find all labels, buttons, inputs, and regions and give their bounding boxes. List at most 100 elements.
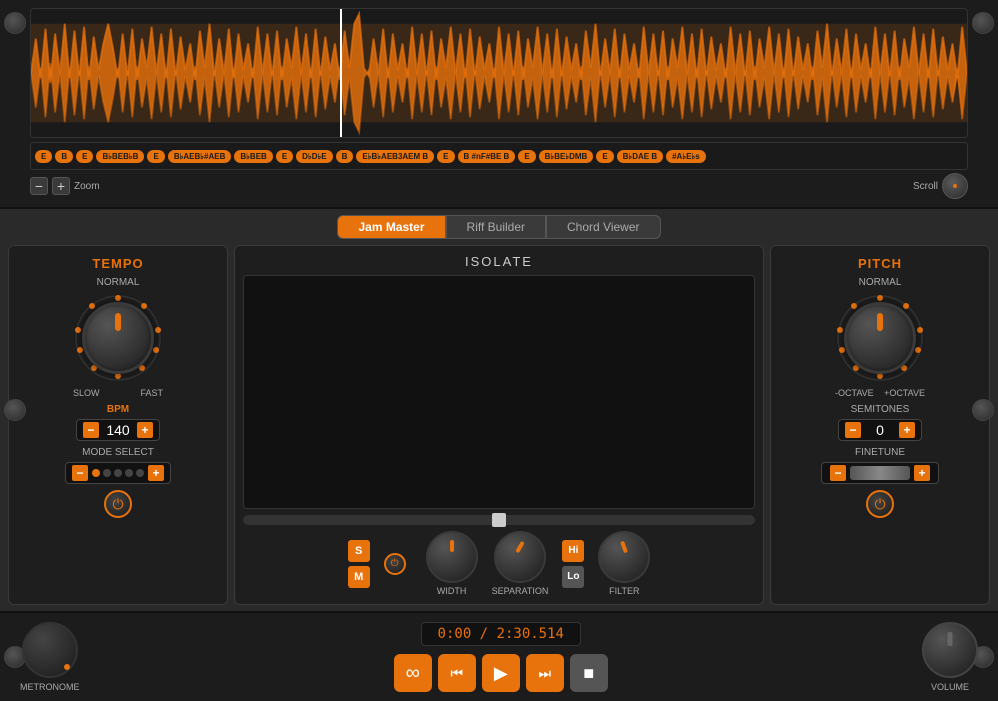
corner-tl bbox=[4, 12, 26, 34]
tab-jam-master[interactable]: Jam Master bbox=[337, 215, 445, 239]
separation-knob-group: SEPARATION bbox=[492, 531, 549, 596]
volume-label: VOLUME bbox=[931, 682, 969, 692]
tabs-bar: Jam Master Riff Builder Chord Viewer bbox=[8, 215, 990, 239]
octave-labels: -OCTAVE +OCTAVE bbox=[835, 388, 925, 398]
fast-label: FAST bbox=[140, 388, 163, 398]
tempo-knob-container bbox=[74, 294, 162, 382]
pitch-panel: PITCH NORMAL bbox=[770, 245, 990, 605]
rewind-button[interactable]: ⏮ bbox=[438, 654, 476, 692]
bpm-value: 140 bbox=[103, 422, 133, 438]
pitch-power-button[interactable]: ⏻ bbox=[866, 490, 894, 518]
semitones-plus-button[interactable]: + bbox=[899, 422, 915, 438]
isolate-power-icon: ⏻ bbox=[391, 558, 399, 569]
volume-knob[interactable] bbox=[922, 622, 978, 678]
chord-pill-3: E bbox=[76, 150, 93, 163]
app-container: // This will be rendered as static SVG r… bbox=[0, 0, 998, 701]
metronome-knob[interactable] bbox=[22, 622, 78, 678]
separation-knob-indicator bbox=[515, 541, 524, 553]
zoom-minus-button[interactable]: − bbox=[30, 177, 48, 195]
corner-ml bbox=[4, 399, 26, 421]
chord-pill-12: E bbox=[437, 150, 454, 163]
tab-riff-builder[interactable]: Riff Builder bbox=[446, 215, 546, 239]
m-button[interactable]: M bbox=[348, 566, 370, 588]
controls-section: Jam Master Riff Builder Chord Viewer TEM… bbox=[0, 209, 998, 611]
pitch-knob[interactable] bbox=[844, 302, 916, 374]
chord-pill-8: E bbox=[276, 150, 293, 163]
tempo-power-icon: ⏻ bbox=[112, 496, 123, 513]
bpm-plus-button[interactable]: + bbox=[137, 422, 153, 438]
main-controls-row: TEMPO NORMAL bbox=[8, 245, 990, 605]
chord-pill-5: E bbox=[147, 150, 164, 163]
chord-pill-1: E bbox=[35, 150, 52, 163]
chord-pill-9: D♭D♭E bbox=[296, 150, 332, 163]
finetune-slider[interactable] bbox=[850, 466, 910, 480]
fast-forward-button[interactable]: ⏭ bbox=[526, 654, 564, 692]
finetune-label: FINETUNE bbox=[855, 447, 905, 458]
chord-pill-17: B♭DAE B bbox=[617, 150, 663, 163]
finetune-plus-button[interactable]: + bbox=[914, 465, 930, 481]
filter-label: FILTER bbox=[609, 586, 639, 596]
tab-chord-viewer[interactable]: Chord Viewer bbox=[546, 215, 660, 239]
filter-knob-group: FILTER bbox=[598, 531, 650, 596]
mode-control: − + bbox=[65, 462, 171, 484]
zoom-plus-button[interactable]: + bbox=[52, 177, 70, 195]
separation-label: SEPARATION bbox=[492, 586, 549, 596]
scroll-knob[interactable] bbox=[942, 173, 968, 199]
isolate-title: ISOLATE bbox=[465, 254, 533, 269]
isolate-power-button[interactable]: ⏻ bbox=[384, 553, 406, 575]
hi-lo-buttons: Hi Lo bbox=[562, 540, 584, 588]
chord-pill-16: E bbox=[596, 150, 613, 163]
waveform-display[interactable]: // This will be rendered as static SVG r… bbox=[30, 8, 968, 138]
scroll-label: Scroll bbox=[913, 181, 938, 192]
bpm-label: BPM bbox=[107, 404, 129, 415]
filter-knob-indicator bbox=[620, 541, 628, 554]
finetune-section: FINETUNE − + bbox=[781, 447, 979, 484]
tempo-knob[interactable] bbox=[82, 302, 154, 374]
tempo-normal-label: NORMAL bbox=[97, 277, 140, 288]
width-knob[interactable] bbox=[426, 531, 478, 583]
tempo-knob-indicator bbox=[115, 313, 121, 331]
waveform-svg: // This will be rendered as static SVG r… bbox=[31, 9, 967, 137]
isolate-slider[interactable] bbox=[243, 515, 755, 525]
hi-button[interactable]: Hi bbox=[562, 540, 584, 562]
chord-pill-2: B bbox=[55, 150, 73, 163]
mode-dot-4 bbox=[125, 469, 133, 477]
loop-button[interactable]: ∞ bbox=[394, 654, 432, 692]
pitch-knob-container bbox=[836, 294, 924, 382]
plus-octave-label: +OCTAVE bbox=[884, 388, 925, 398]
lo-button[interactable]: Lo bbox=[562, 566, 584, 588]
stop-button[interactable]: ■ bbox=[570, 654, 608, 692]
bpm-minus-button[interactable]: − bbox=[83, 422, 99, 438]
bpm-section: BPM − 140 + bbox=[19, 404, 217, 441]
tempo-title: TEMPO bbox=[92, 256, 143, 271]
chord-strip: E B E B♭BEB♭B E B♭AEB♭#AEB B♭BEB E D♭D♭E… bbox=[30, 142, 968, 170]
semitones-section: SEMITONES − 0 + bbox=[781, 404, 979, 441]
mode-dots bbox=[92, 469, 144, 477]
minus-octave-label: -OCTAVE bbox=[835, 388, 874, 398]
power-isolate-wrap: ⏻ bbox=[384, 553, 412, 575]
play-button[interactable]: ▶ bbox=[482, 654, 520, 692]
knobs-row: S M ⏻ WIDTH bbox=[243, 531, 755, 596]
finetune-control: − + bbox=[821, 462, 939, 484]
mode-dot-5 bbox=[136, 469, 144, 477]
metronome-control: METRONOME bbox=[20, 622, 80, 692]
chord-pill-4: B♭BEB♭B bbox=[96, 150, 144, 163]
corner-mr bbox=[972, 399, 994, 421]
mode-minus-button[interactable]: − bbox=[72, 465, 88, 481]
width-label: WIDTH bbox=[437, 586, 467, 596]
chord-pill-18: #A♭E♭s bbox=[666, 150, 706, 163]
filter-knob[interactable] bbox=[598, 531, 650, 583]
mode-dot-2 bbox=[103, 469, 111, 477]
pitch-knob-indicator bbox=[877, 313, 883, 331]
separation-knob[interactable] bbox=[494, 531, 546, 583]
pitch-power-icon: ⏻ bbox=[874, 496, 885, 513]
s-button[interactable]: S bbox=[348, 540, 370, 562]
semitones-minus-button[interactable]: − bbox=[845, 422, 861, 438]
mode-plus-button[interactable]: + bbox=[148, 465, 164, 481]
mode-select-label: MODE SELECT bbox=[82, 447, 154, 458]
isolate-slider-wrap bbox=[243, 515, 755, 525]
zoom-scroll-bar: − + Zoom Scroll bbox=[30, 173, 968, 199]
finetune-minus-button[interactable]: − bbox=[830, 465, 846, 481]
tempo-power-button[interactable]: ⏻ bbox=[104, 490, 132, 518]
mode-section: MODE SELECT − + bbox=[19, 447, 217, 484]
